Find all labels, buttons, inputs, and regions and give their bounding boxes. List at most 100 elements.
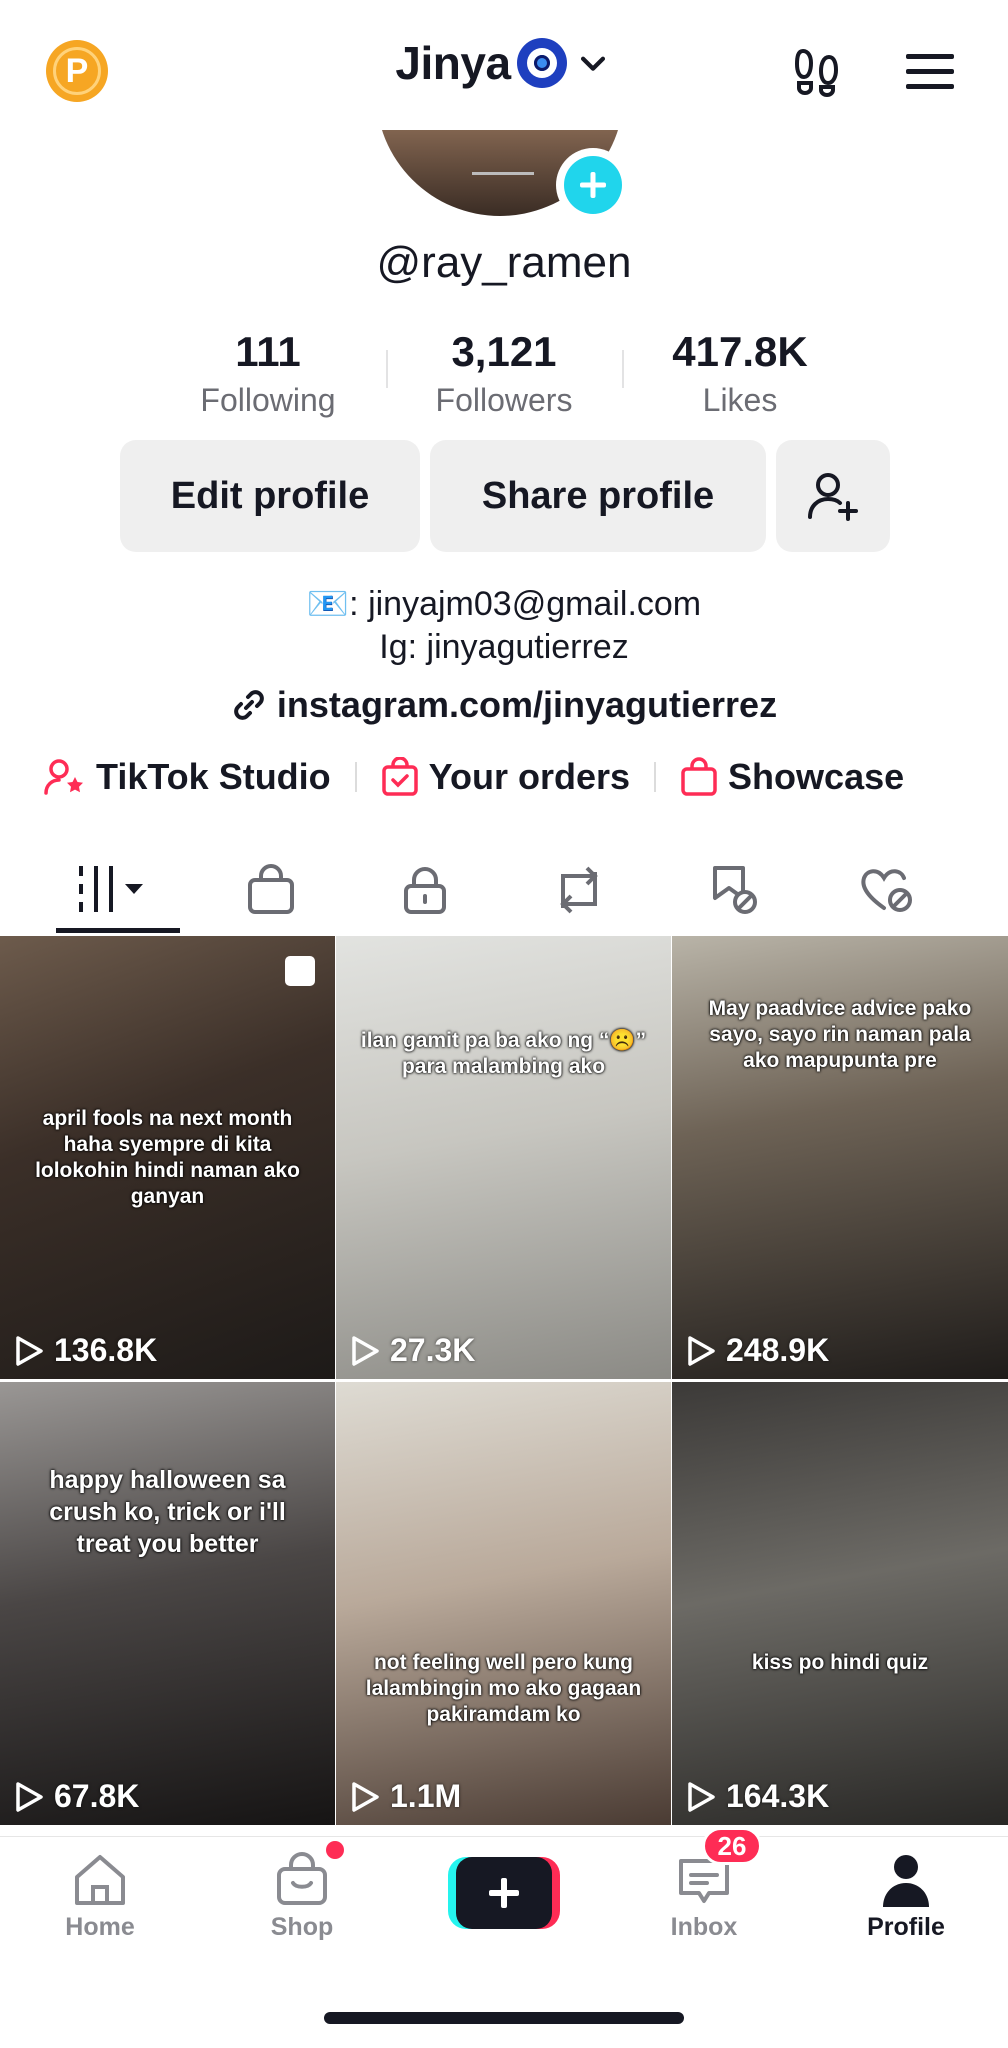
profile-icon	[883, 1855, 929, 1907]
chevron-down-icon	[573, 43, 613, 83]
view-count: 164.3K	[686, 1778, 829, 1815]
stat-label: Likes	[702, 382, 778, 418]
video-caption: ilan gamit pa ba ako ng “☹️” para malamb…	[360, 1029, 647, 1078]
bio-link[interactable]: instagram.com/jinyagutierrez	[0, 684, 1008, 726]
favorites-icon	[713, 866, 757, 914]
divider	[622, 350, 624, 388]
shop-icon	[277, 1852, 327, 1905]
bio-email: 📧: jinyajm03@gmail.com	[306, 585, 702, 623]
showcase-link[interactable]: Showcase	[680, 756, 904, 798]
view-count: 67.8K	[14, 1778, 139, 1815]
stat-value: 3,121	[451, 328, 557, 375]
stat-label: Following	[200, 382, 336, 418]
view-count: 136.8K	[14, 1332, 157, 1369]
stat-followers[interactable]: 3,121 Followers	[386, 326, 622, 422]
your-orders-link[interactable]: Your orders	[381, 756, 630, 798]
link-text: instagram.com/jinyagutierrez	[276, 684, 778, 725]
quick-links: TikTok Studio Your orders Showcase	[44, 756, 904, 798]
menu-icon[interactable]	[900, 42, 960, 102]
account-switcher[interactable]: Jinya	[0, 36, 1008, 90]
view-count-text: 1.1M	[390, 1778, 462, 1814]
inbox-badge: 26	[702, 1827, 762, 1865]
creator-icon	[44, 759, 83, 795]
play-icon	[16, 1335, 43, 1366]
nav-inbox-label: Inbox	[670, 1913, 738, 1941]
video-thumbnail[interactable]: not feeling well pero kung lalambingin m…	[336, 1382, 671, 1825]
video-thumbnail[interactable]: happy halloween sa crush ko, trick or i'…	[0, 1382, 335, 1825]
home-indicator[interactable]	[324, 2012, 684, 2024]
nav-profile[interactable]: Profile	[826, 1851, 986, 1942]
view-count-text: 27.3K	[390, 1332, 476, 1368]
video-caption: not feeling well pero kung lalambingin m…	[365, 1651, 642, 1726]
nav-inbox[interactable]: Inbox	[624, 1851, 784, 1942]
liked-icon	[861, 869, 912, 912]
evil-eye-icon	[516, 38, 567, 88]
your-orders-label: Your orders	[428, 756, 631, 797]
add-friends-button[interactable]	[776, 440, 890, 552]
username: @ray_ramen	[376, 238, 632, 287]
shop-bag-icon	[248, 864, 294, 914]
stat-following[interactable]: 111 Following	[150, 326, 386, 422]
view-count: 248.9K	[686, 1332, 829, 1369]
video-thumbnail[interactable]: May paadvice advice pako sayo, sayo rin …	[672, 936, 1008, 1379]
video-thumbnail[interactable]: april fools na next month haha syempre d…	[0, 936, 335, 1379]
showcase-icon	[681, 757, 717, 796]
tab-favorites[interactable]	[656, 844, 810, 936]
share-profile-button[interactable]: Share profile	[430, 440, 766, 552]
repost-icon	[560, 866, 598, 914]
footprints-icon[interactable]	[788, 42, 848, 102]
view-count-text: 136.8K	[54, 1332, 158, 1368]
videos-grid-icon	[79, 866, 143, 912]
add-story-button[interactable]	[556, 148, 630, 222]
play-icon	[688, 1335, 715, 1366]
tiktok-studio-label: TikTok Studio	[96, 756, 331, 797]
nav-shop[interactable]: Shop	[222, 1851, 382, 1942]
play-icon	[352, 1335, 379, 1366]
nav-home-label: Home	[65, 1913, 135, 1941]
stat-value: 417.8K	[672, 328, 808, 375]
showcase-label: Showcase	[728, 756, 905, 797]
top-bar: P Jinya	[0, 0, 1008, 130]
video-caption: kiss po hindi quiz	[751, 1651, 929, 1674]
view-count: 1.1M	[350, 1778, 461, 1815]
view-count-text: 67.8K	[54, 1778, 140, 1814]
tiktok-studio-link[interactable]: TikTok Studio	[44, 756, 331, 798]
video-caption: May paadvice advice pako sayo, sayo rin …	[708, 997, 972, 1072]
video-caption: april fools na next month haha syempre d…	[35, 1107, 300, 1208]
view-count-text: 164.3K	[726, 1778, 830, 1814]
pinned-icon	[285, 956, 315, 986]
nav-home[interactable]: Home	[20, 1851, 180, 1942]
divider	[654, 762, 657, 792]
play-icon	[352, 1781, 379, 1812]
video-thumbnail[interactable]: kiss po hindi quiz 164.3K	[672, 1382, 1008, 1825]
edit-profile-button[interactable]: Edit profile	[120, 440, 420, 552]
play-icon	[16, 1781, 43, 1812]
private-lock-icon	[404, 867, 446, 914]
view-count: 27.3K	[350, 1332, 475, 1369]
shop-badge-dot	[326, 1841, 344, 1859]
nav-shop-label: Shop	[270, 1913, 334, 1941]
stat-value: 111	[235, 328, 301, 375]
tab-videos[interactable]	[40, 844, 194, 936]
tab-shop[interactable]	[194, 844, 348, 936]
link-icon	[234, 690, 264, 720]
view-count-text: 248.9K	[726, 1332, 830, 1368]
create-button[interactable]	[448, 1857, 560, 1929]
stat-likes[interactable]: 417.8K Likes	[622, 326, 858, 422]
divider	[386, 350, 388, 388]
active-tab-indicator	[56, 928, 180, 933]
stat-label: Followers	[435, 382, 573, 418]
orders-icon	[381, 757, 418, 796]
plus-icon	[564, 156, 622, 214]
video-thumbnail[interactable]: ilan gamit pa ba ako ng “☹️” para malamb…	[336, 936, 671, 1379]
home-icon	[75, 1855, 125, 1905]
video-caption: happy halloween sa crush ko, trick or i'…	[49, 1466, 286, 1558]
profile-stats: 111 Following 3,121 Followers 417.8K Lik…	[150, 326, 858, 422]
profile-tabs	[0, 844, 1008, 936]
nav-profile-label: Profile	[867, 1913, 945, 1941]
tab-reposts[interactable]	[502, 844, 656, 936]
tab-private[interactable]	[348, 844, 502, 936]
play-icon	[688, 1781, 715, 1812]
video-grid: april fools na next month haha syempre d…	[0, 936, 1008, 1825]
tab-liked[interactable]	[810, 844, 964, 936]
